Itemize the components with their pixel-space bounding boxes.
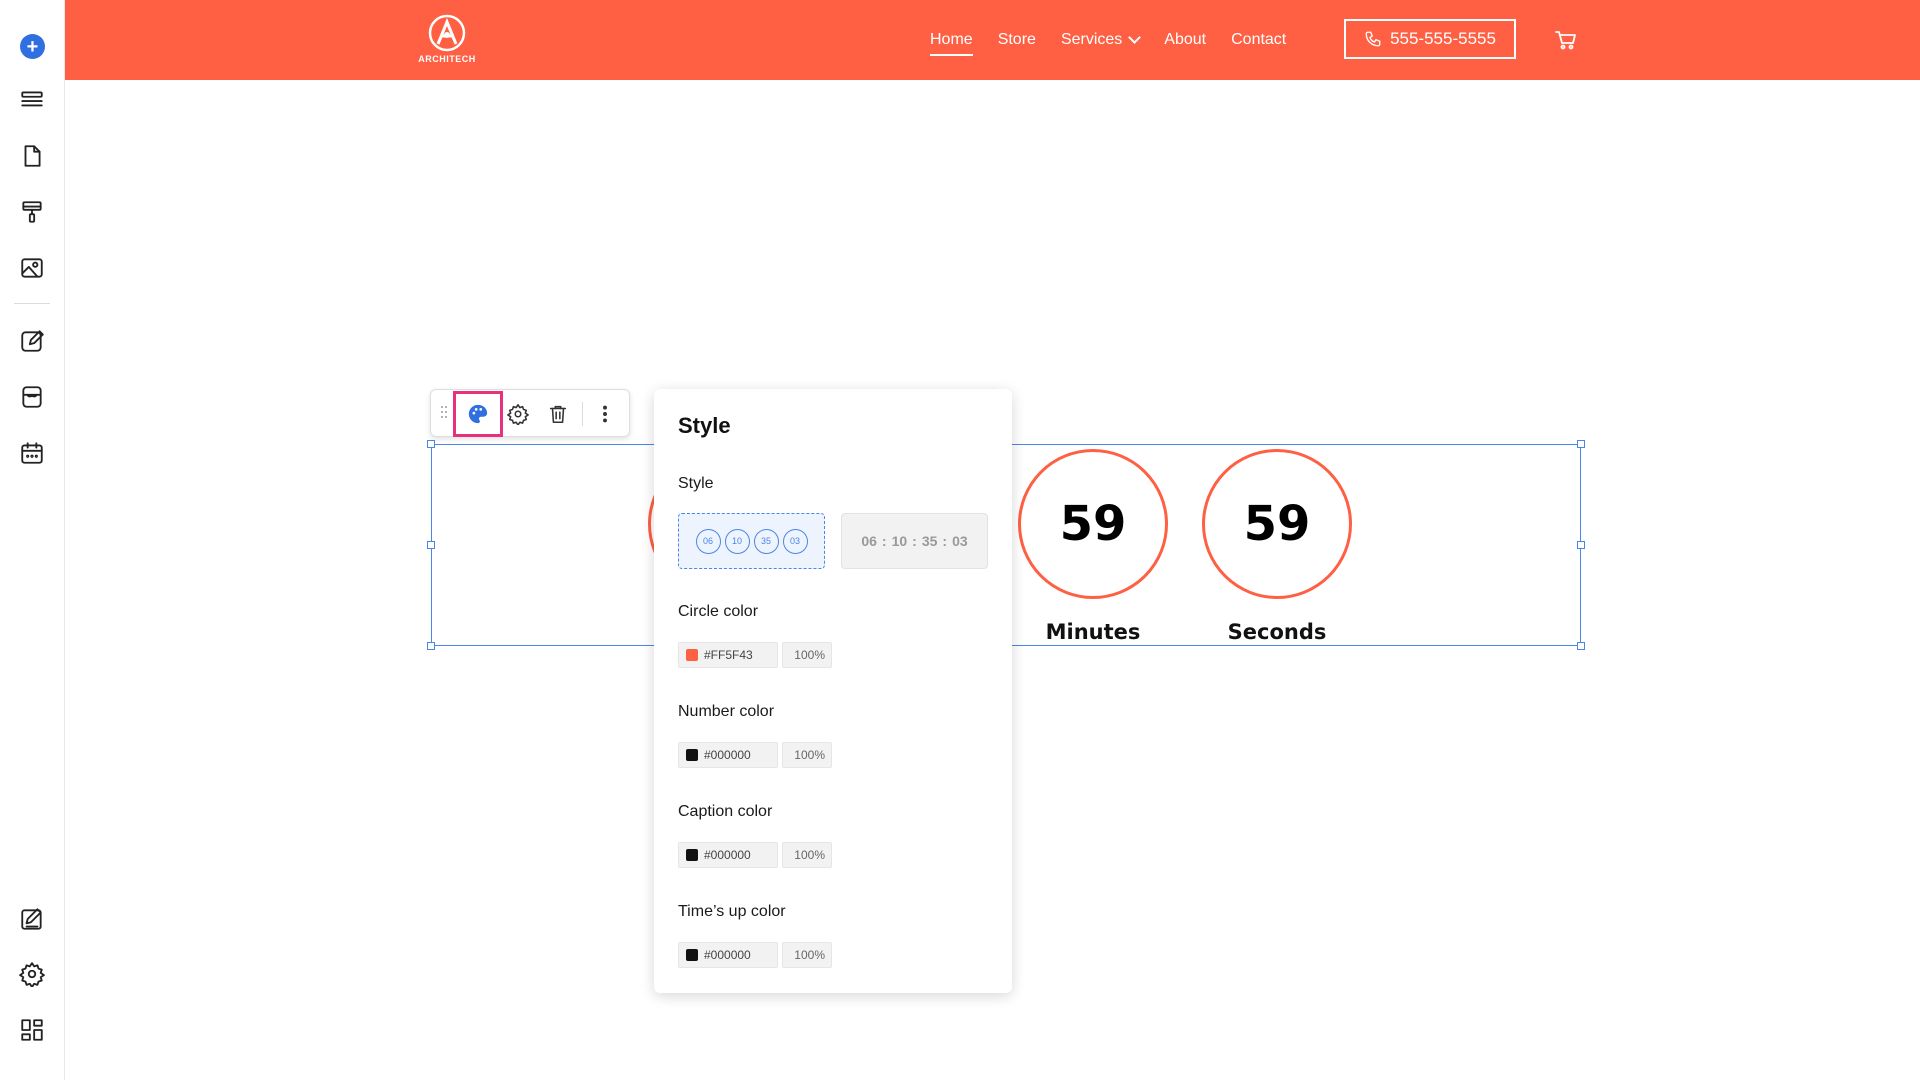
toolbar-divider: [582, 402, 583, 426]
phone-button[interactable]: 555-555-5555: [1344, 19, 1516, 59]
style-circle-digit: 35: [753, 528, 779, 554]
phone-icon: [1365, 31, 1381, 47]
caption-color-opacity[interactable]: 100%: [782, 842, 832, 868]
page-icon[interactable]: [16, 140, 48, 172]
store-icon[interactable]: [16, 381, 48, 413]
settings-button[interactable]: [502, 398, 534, 430]
resize-handle[interactable]: [1577, 440, 1585, 448]
style-option-flat[interactable]: 06: 10: 35: 03: [841, 513, 988, 569]
style-option-circles[interactable]: 06 10 35 03: [678, 513, 825, 569]
design-icon[interactable]: [16, 903, 48, 935]
logo-mark-icon: [428, 14, 466, 52]
nav-about[interactable]: About: [1164, 31, 1206, 49]
times-up-color-row: #000000 100%: [678, 942, 832, 968]
style-circle-digit: 03: [782, 528, 808, 554]
countdown-minutes-value: 59: [1059, 496, 1127, 552]
countdown-circle-seconds: 59: [1202, 449, 1352, 599]
caption-color-field[interactable]: #000000: [678, 842, 778, 868]
times-up-color-opacity[interactable]: 100%: [782, 942, 832, 968]
more-vertical-icon: [603, 405, 607, 423]
nav-contact[interactable]: Contact: [1231, 31, 1286, 49]
site-logo[interactable]: ARCHITECH: [402, 13, 492, 64]
caption-color-swatch: [686, 849, 698, 861]
palette-icon: [468, 404, 488, 424]
nav-store-label: Store: [997, 31, 1036, 48]
resize-handle[interactable]: [1577, 642, 1585, 650]
number-color-opacity[interactable]: 100%: [782, 742, 832, 768]
times-up-color-field[interactable]: #000000: [678, 942, 778, 968]
times-up-color-swatch: [686, 949, 698, 961]
block-toolbar: [430, 389, 630, 437]
settings-icon[interactable]: [16, 958, 48, 990]
logo-text: ARCHITECH: [418, 54, 476, 64]
delete-button[interactable]: [542, 398, 574, 430]
image-icon[interactable]: [16, 252, 48, 284]
style-flat-digit: 35: [921, 533, 938, 549]
circle-color-opacity[interactable]: 100%: [782, 642, 832, 668]
style-button[interactable]: [453, 391, 503, 437]
paint-roller-icon[interactable]: [16, 196, 48, 228]
main-nav: Home Store Services About Contact: [930, 0, 1311, 80]
circle-color-row: #FF5F43 100%: [678, 642, 832, 668]
style-circle-digit: 10: [724, 528, 750, 554]
caption-color-row: #000000 100%: [678, 842, 832, 868]
editor-sidebar: +: [0, 0, 65, 1080]
resize-handle[interactable]: [427, 642, 435, 650]
number-color-hex: #000000: [704, 748, 751, 762]
gear-icon: [507, 404, 529, 425]
caption-color-label: Caption color: [678, 803, 773, 820]
edit-icon[interactable]: [16, 325, 48, 357]
nav-home[interactable]: Home: [930, 31, 973, 56]
nav-store[interactable]: Store: [998, 31, 1036, 49]
calendar-icon[interactable]: [16, 437, 48, 469]
number-color-row: #000000 100%: [678, 742, 832, 768]
style-label: Style: [678, 475, 714, 492]
circle-color-hex: #FF5F43: [704, 648, 753, 662]
phone-number: 555-555-5555: [1390, 29, 1496, 48]
style-flat-digit: 06: [861, 533, 877, 549]
number-color-label: Number color: [678, 703, 775, 720]
countdown-minutes-caption: Minutes: [1045, 620, 1141, 644]
nav-services[interactable]: Services: [1060, 31, 1142, 49]
layers-icon[interactable]: [16, 84, 48, 116]
countdown-circle-minutes: 59: [1018, 449, 1168, 599]
countdown-seconds-value: 59: [1243, 496, 1311, 552]
circle-color-label: Circle color: [678, 603, 759, 620]
sidebar-divider: [14, 303, 50, 304]
site-header: ARCHITECH Home Store Services About Cont…: [65, 0, 1920, 80]
times-up-color-label: Time’s up color: [678, 903, 786, 920]
number-color-swatch: [686, 749, 698, 761]
caption-color-hex: #000000: [704, 848, 751, 862]
style-flat-digit: 10: [891, 533, 908, 549]
nav-home-label: Home: [930, 31, 973, 48]
times-up-color-hex: #000000: [704, 948, 751, 962]
drag-handle-icon[interactable]: [441, 406, 449, 422]
cart-icon[interactable]: [1554, 28, 1578, 52]
trash-icon: [549, 405, 567, 424]
countdown-seconds-caption: Seconds: [1227, 620, 1327, 644]
more-button[interactable]: [589, 398, 621, 430]
number-color-field[interactable]: #000000: [678, 742, 778, 768]
resize-handle[interactable]: [427, 541, 435, 549]
apps-icon[interactable]: [16, 1014, 48, 1046]
nav-contact-label: Contact: [1231, 31, 1287, 48]
resize-handle[interactable]: [1577, 541, 1585, 549]
resize-handle[interactable]: [427, 440, 435, 448]
nav-services-label: Services: [1060, 31, 1123, 48]
circle-color-field[interactable]: #FF5F43: [678, 642, 778, 668]
panel-title: Style: [678, 413, 731, 438]
add-element-button[interactable]: +: [20, 34, 45, 59]
nav-about-label: About: [1164, 31, 1207, 48]
chevron-down-icon: [1128, 31, 1142, 44]
style-panel: Style Style 06 10 35 03 06: 10: 35: 03 C…: [654, 389, 1012, 993]
style-circle-digit: 06: [695, 528, 721, 554]
style-flat-digit: 03: [952, 533, 968, 549]
circle-color-swatch: [686, 649, 698, 661]
